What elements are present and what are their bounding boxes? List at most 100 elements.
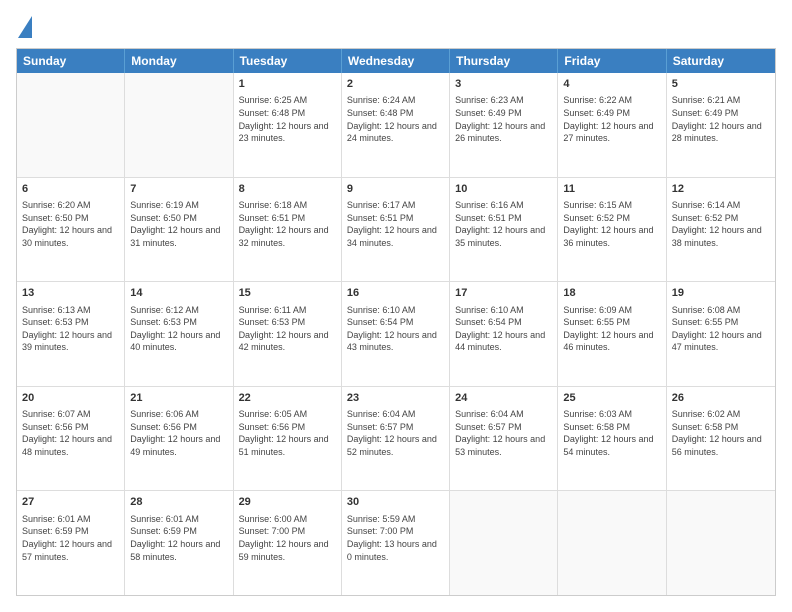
cell-info: Sunrise: 6:19 AMSunset: 6:50 PMDaylight:… bbox=[130, 199, 227, 249]
day-number: 17 bbox=[455, 286, 552, 301]
calendar-cell: 15 Sunrise: 6:11 AMSunset: 6:53 PMDayligh… bbox=[234, 282, 342, 386]
day-number: 16 bbox=[347, 286, 444, 301]
calendar-cell bbox=[125, 73, 233, 177]
day-number: 29 bbox=[239, 495, 336, 510]
calendar-header-day: Wednesday bbox=[342, 49, 450, 73]
calendar-cell: 26 Sunrise: 6:02 AMSunset: 6:58 PMDayligh… bbox=[667, 387, 775, 491]
cell-info: Sunrise: 6:10 AMSunset: 6:54 PMDaylight:… bbox=[347, 304, 444, 354]
day-number: 3 bbox=[455, 77, 552, 92]
calendar-header-day: Monday bbox=[125, 49, 233, 73]
calendar-cell: 19 Sunrise: 6:08 AMSunset: 6:55 PMDayligh… bbox=[667, 282, 775, 386]
day-number: 12 bbox=[672, 182, 770, 197]
cell-info: Sunrise: 6:15 AMSunset: 6:52 PMDaylight:… bbox=[563, 199, 660, 249]
cell-info: Sunrise: 6:23 AMSunset: 6:49 PMDaylight:… bbox=[455, 94, 552, 144]
calendar-header-day: Sunday bbox=[17, 49, 125, 73]
cell-info: Sunrise: 6:04 AMSunset: 6:57 PMDaylight:… bbox=[455, 408, 552, 458]
calendar-cell: 4Sunrise: 6:22 AMSunset: 6:49 PMDaylight… bbox=[558, 73, 666, 177]
cell-info: Sunrise: 5:59 AMSunset: 7:00 PMDaylight:… bbox=[347, 513, 444, 563]
cell-info: Sunrise: 6:01 AMSunset: 6:59 PMDaylight:… bbox=[22, 513, 119, 563]
day-number: 11 bbox=[563, 182, 660, 197]
calendar-cell bbox=[450, 491, 558, 595]
cell-info: Sunrise: 6:16 AMSunset: 6:51 PMDaylight:… bbox=[455, 199, 552, 249]
calendar-cell bbox=[17, 73, 125, 177]
day-number: 13 bbox=[22, 286, 119, 301]
calendar-header-day: Tuesday bbox=[234, 49, 342, 73]
calendar-week: 20 Sunrise: 6:07 AMSunset: 6:56 PMDayligh… bbox=[17, 387, 775, 492]
cell-info: Sunrise: 6:11 AMSunset: 6:53 PMDaylight:… bbox=[239, 304, 336, 354]
cell-info: Sunrise: 6:24 AMSunset: 6:48 PMDaylight:… bbox=[347, 94, 444, 144]
calendar-header: SundayMondayTuesdayWednesdayThursdayFrid… bbox=[17, 49, 775, 73]
day-number: 5 bbox=[672, 77, 770, 92]
calendar-week: 13 Sunrise: 6:13 AMSunset: 6:53 PMDayligh… bbox=[17, 282, 775, 387]
page: SundayMondayTuesdayWednesdayThursdayFrid… bbox=[0, 0, 792, 612]
calendar-cell: 17 Sunrise: 6:10 AMSunset: 6:54 PMDayligh… bbox=[450, 282, 558, 386]
day-number: 23 bbox=[347, 391, 444, 406]
day-number: 22 bbox=[239, 391, 336, 406]
calendar-cell: 25Sunrise: 6:03 AMSunset: 6:58 PMDayligh… bbox=[558, 387, 666, 491]
calendar-cell: 5Sunrise: 6:21 AMSunset: 6:49 PMDaylight… bbox=[667, 73, 775, 177]
cell-info: Sunrise: 6:02 AMSunset: 6:58 PMDaylight:… bbox=[672, 408, 770, 458]
cell-info: Sunrise: 6:06 AMSunset: 6:56 PMDaylight:… bbox=[130, 408, 227, 458]
calendar-cell: 27 Sunrise: 6:01 AMSunset: 6:59 PMDayligh… bbox=[17, 491, 125, 595]
day-number: 14 bbox=[130, 286, 227, 301]
logo-triangle-icon bbox=[18, 16, 32, 38]
day-number: 24 bbox=[455, 391, 552, 406]
day-number: 19 bbox=[672, 286, 770, 301]
calendar: SundayMondayTuesdayWednesdayThursdayFrid… bbox=[16, 48, 776, 596]
calendar-header-day: Thursday bbox=[450, 49, 558, 73]
calendar-cell: 9 Sunrise: 6:17 AMSunset: 6:51 PMDaylight… bbox=[342, 178, 450, 282]
day-number: 6 bbox=[22, 182, 119, 197]
cell-info: Sunrise: 6:00 AMSunset: 7:00 PMDaylight:… bbox=[239, 513, 336, 563]
calendar-header-day: Saturday bbox=[667, 49, 775, 73]
day-number: 18 bbox=[563, 286, 660, 301]
day-number: 8 bbox=[239, 182, 336, 197]
cell-info: Sunrise: 6:05 AMSunset: 6:56 PMDaylight:… bbox=[239, 408, 336, 458]
cell-info: Sunrise: 6:12 AMSunset: 6:53 PMDaylight:… bbox=[130, 304, 227, 354]
day-number: 25 bbox=[563, 391, 660, 406]
day-number: 20 bbox=[22, 391, 119, 406]
calendar-body: 1Sunrise: 6:25 AMSunset: 6:48 PMDaylight… bbox=[17, 73, 775, 595]
calendar-cell: 28 Sunrise: 6:01 AMSunset: 6:59 PMDayligh… bbox=[125, 491, 233, 595]
day-number: 1 bbox=[239, 77, 336, 92]
calendar-week: 1Sunrise: 6:25 AMSunset: 6:48 PMDaylight… bbox=[17, 73, 775, 178]
logo bbox=[16, 16, 32, 38]
day-number: 28 bbox=[130, 495, 227, 510]
day-number: 7 bbox=[130, 182, 227, 197]
calendar-cell: 13 Sunrise: 6:13 AMSunset: 6:53 PMDayligh… bbox=[17, 282, 125, 386]
cell-info: Sunrise: 6:14 AMSunset: 6:52 PMDaylight:… bbox=[672, 199, 770, 249]
calendar-cell: 30 Sunrise: 5:59 AMSunset: 7:00 PMDayligh… bbox=[342, 491, 450, 595]
calendar-cell: 1Sunrise: 6:25 AMSunset: 6:48 PMDaylight… bbox=[234, 73, 342, 177]
cell-info: Sunrise: 6:13 AMSunset: 6:53 PMDaylight:… bbox=[22, 304, 119, 354]
day-number: 30 bbox=[347, 495, 444, 510]
calendar-week: 27 Sunrise: 6:01 AMSunset: 6:59 PMDayligh… bbox=[17, 491, 775, 595]
day-number: 9 bbox=[347, 182, 444, 197]
cell-info: Sunrise: 6:20 AMSunset: 6:50 PMDaylight:… bbox=[22, 199, 119, 249]
calendar-cell: 6 Sunrise: 6:20 AMSunset: 6:50 PMDaylight… bbox=[17, 178, 125, 282]
calendar-cell: 23 Sunrise: 6:04 AMSunset: 6:57 PMDayligh… bbox=[342, 387, 450, 491]
cell-info: Sunrise: 6:09 AMSunset: 6:55 PMDaylight:… bbox=[563, 304, 660, 354]
cell-info: Sunrise: 6:18 AMSunset: 6:51 PMDaylight:… bbox=[239, 199, 336, 249]
calendar-cell: 7 Sunrise: 6:19 AMSunset: 6:50 PMDaylight… bbox=[125, 178, 233, 282]
calendar-cell: 20 Sunrise: 6:07 AMSunset: 6:56 PMDayligh… bbox=[17, 387, 125, 491]
day-number: 26 bbox=[672, 391, 770, 406]
calendar-cell: 12 Sunrise: 6:14 AMSunset: 6:52 PMDayligh… bbox=[667, 178, 775, 282]
calendar-cell: 2Sunrise: 6:24 AMSunset: 6:48 PMDaylight… bbox=[342, 73, 450, 177]
cell-info: Sunrise: 6:10 AMSunset: 6:54 PMDaylight:… bbox=[455, 304, 552, 354]
calendar-cell: 3 Sunrise: 6:23 AMSunset: 6:49 PMDaylight… bbox=[450, 73, 558, 177]
cell-info: Sunrise: 6:04 AMSunset: 6:57 PMDaylight:… bbox=[347, 408, 444, 458]
calendar-cell: 11 Sunrise: 6:15 AMSunset: 6:52 PMDayligh… bbox=[558, 178, 666, 282]
day-number: 10 bbox=[455, 182, 552, 197]
day-number: 21 bbox=[130, 391, 227, 406]
day-number: 27 bbox=[22, 495, 119, 510]
cell-info: Sunrise: 6:01 AMSunset: 6:59 PMDaylight:… bbox=[130, 513, 227, 563]
calendar-cell: 24 Sunrise: 6:04 AMSunset: 6:57 PMDayligh… bbox=[450, 387, 558, 491]
cell-info: Sunrise: 6:17 AMSunset: 6:51 PMDaylight:… bbox=[347, 199, 444, 249]
calendar-cell bbox=[558, 491, 666, 595]
cell-info: Sunrise: 6:07 AMSunset: 6:56 PMDaylight:… bbox=[22, 408, 119, 458]
cell-info: Sunrise: 6:08 AMSunset: 6:55 PMDaylight:… bbox=[672, 304, 770, 354]
calendar-cell: 21 Sunrise: 6:06 AMSunset: 6:56 PMDayligh… bbox=[125, 387, 233, 491]
calendar-cell: 14 Sunrise: 6:12 AMSunset: 6:53 PMDayligh… bbox=[125, 282, 233, 386]
day-number: 15 bbox=[239, 286, 336, 301]
day-number: 4 bbox=[563, 77, 660, 92]
calendar-cell: 29 Sunrise: 6:00 AMSunset: 7:00 PMDayligh… bbox=[234, 491, 342, 595]
